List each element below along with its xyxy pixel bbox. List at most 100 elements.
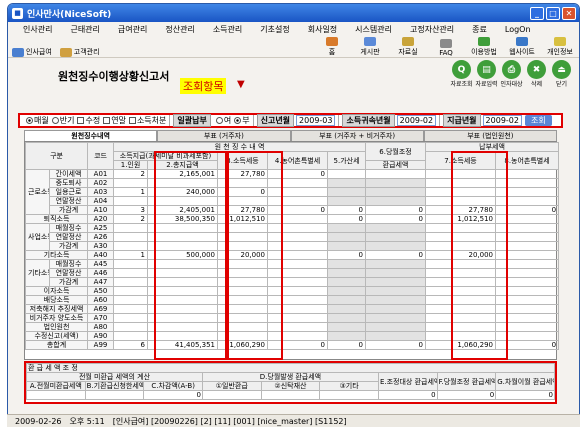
tab-resident[interactable]: 부표 (거주자) <box>157 130 291 141</box>
cell-penalty[interactable]: 0 <box>327 340 367 350</box>
triangle-down-icon[interactable]: ▼ <box>237 79 245 90</box>
cell-penalty[interactable] <box>327 178 367 188</box>
menu-item-payroll[interactable]: 급여관리 <box>109 24 156 35</box>
table-row[interactable]: 기타소득매월징수A45 <box>25 259 560 287</box>
cell-total-pay[interactable] <box>147 322 219 332</box>
cell-income-tax[interactable] <box>217 196 269 206</box>
cell-refund-adj[interactable] <box>365 232 427 242</box>
cell-rural-tax[interactable] <box>267 214 329 224</box>
cell-paid-income-tax[interactable]: 1,012,510 <box>425 214 497 224</box>
menu-item-logon[interactable]: LogOn <box>496 25 540 34</box>
trust-refund-cell[interactable] <box>260 390 321 400</box>
table-row[interactable]: 가감계 A30 <box>26 241 560 251</box>
cell-penalty[interactable] <box>327 277 367 287</box>
cell-rural-tax[interactable] <box>267 259 329 269</box>
cell-income-tax[interactable] <box>217 268 269 278</box>
menu-item-exit[interactable]: 종료 <box>463 24 496 35</box>
cell-count[interactable] <box>113 313 149 323</box>
cell-income-tax[interactable] <box>217 277 269 287</box>
privacy-button[interactable]: 개인정보 <box>541 37 579 57</box>
cell-total-pay[interactable]: 38,500,350 <box>147 214 219 224</box>
cell-paid-income-tax[interactable] <box>425 187 497 197</box>
difference-cell[interactable]: 0 <box>143 390 203 400</box>
cell-rural-tax[interactable] <box>267 268 329 278</box>
table-row[interactable]: 배당소득 A60 <box>24 295 560 305</box>
cell-paid-rural-tax[interactable] <box>495 331 560 341</box>
cell-total-pay[interactable]: 500,000 <box>147 250 219 260</box>
menu-item-attendance[interactable]: 근태관리 <box>61 24 108 35</box>
cell-paid-income-tax[interactable] <box>425 223 497 233</box>
cell-income-tax[interactable] <box>217 232 269 242</box>
cell-count[interactable] <box>113 232 149 242</box>
cell-total-pay[interactable] <box>147 196 219 206</box>
carryover-cell[interactable]: 0 <box>495 390 555 400</box>
cell-refund-adj[interactable]: 0 <box>365 205 427 215</box>
cell-paid-rural-tax[interactable] <box>495 277 560 287</box>
payroll-shortcut[interactable]: 인사급여 <box>12 47 60 57</box>
cell-rural-tax[interactable] <box>267 304 329 314</box>
cell-income-tax[interactable] <box>217 331 269 341</box>
cell-rural-tax[interactable]: 0 <box>267 340 329 350</box>
cell-rural-tax[interactable] <box>267 223 329 233</box>
cell-income-tax[interactable] <box>217 286 269 296</box>
cell-paid-income-tax[interactable]: 20,000 <box>425 250 497 260</box>
home-button[interactable]: 홈 <box>313 37 351 57</box>
checkbox-yearend[interactable] <box>103 117 111 124</box>
cell-count[interactable] <box>113 286 149 296</box>
cell-rural-tax[interactable]: 0 <box>267 169 329 179</box>
cell-paid-income-tax[interactable] <box>425 304 497 314</box>
cell-refund-adj[interactable] <box>365 322 427 332</box>
table-row[interactable]: 가감계 A10 3 2,405,001 27,780 0 0 0 27,780 0 <box>26 205 560 215</box>
cell-total-pay[interactable]: 2,165,001 <box>147 169 219 179</box>
already-refunded-cell[interactable] <box>84 390 145 400</box>
cell-penalty[interactable]: 0 <box>327 205 367 215</box>
table-row[interactable]: 일용근로 A03 1 240,000 0 <box>26 187 560 197</box>
cell-count[interactable] <box>113 331 149 341</box>
cell-count[interactable]: 2 <box>113 214 149 224</box>
table-row[interactable]: 중도퇴사 A02 <box>26 178 560 188</box>
cell-total-pay[interactable] <box>147 223 219 233</box>
radio-monthly[interactable] <box>26 117 33 124</box>
cell-paid-income-tax[interactable] <box>425 277 497 287</box>
cell-paid-income-tax[interactable] <box>425 169 497 179</box>
radio-bulk-no[interactable] <box>234 117 242 124</box>
cell-paid-income-tax[interactable] <box>425 259 497 269</box>
cell-paid-rural-tax[interactable] <box>495 196 560 206</box>
cell-refund-adj[interactable] <box>365 277 427 287</box>
cell-paid-income-tax[interactable]: 1,060,290 <box>425 340 497 350</box>
table-row[interactable]: 비거주자 양도소득 A70 <box>24 313 560 323</box>
cell-paid-rural-tax[interactable] <box>495 187 560 197</box>
adj-target-cell[interactable]: 0 <box>377 390 438 400</box>
cell-paid-income-tax[interactable] <box>425 196 497 206</box>
cell-income-tax[interactable] <box>217 295 269 305</box>
menu-item-basic[interactable]: 기초설정 <box>251 24 298 35</box>
menu-item-settlement[interactable]: 정산관리 <box>156 24 203 35</box>
menu-item-assets[interactable]: 고정자산관리 <box>401 24 463 35</box>
cell-rural-tax[interactable]: 0 <box>267 205 329 215</box>
cell-rural-tax[interactable] <box>267 241 329 251</box>
tab-resident-nonresident[interactable]: 부표 (거주자 + 비거주자) <box>290 130 424 141</box>
cell-paid-rural-tax[interactable] <box>495 241 560 251</box>
customer-shortcut[interactable]: 고객관리 <box>59 47 108 57</box>
tab-corporate[interactable]: 부표 (법인원천) <box>423 130 557 141</box>
cell-count[interactable] <box>113 259 149 269</box>
cell-penalty[interactable] <box>327 286 367 296</box>
cell-penalty[interactable] <box>327 322 367 332</box>
cell-income-tax[interactable]: 1,060,290 <box>217 340 269 350</box>
search-data-button[interactable]: Q 자료조회 <box>450 60 473 88</box>
menu-item-hr[interactable]: 인사관리 <box>14 24 61 35</box>
cell-income-tax[interactable] <box>217 223 269 233</box>
menu-item-schedule[interactable]: 회사일정 <box>299 24 346 35</box>
cell-paid-rural-tax[interactable]: 0 <box>495 205 560 215</box>
cell-paid-rural-tax[interactable] <box>495 304 560 314</box>
library-button[interactable]: 자료실 <box>389 37 427 57</box>
radio-half[interactable] <box>51 117 59 124</box>
cell-penalty[interactable] <box>327 232 367 242</box>
menu-item-system[interactable]: 시스템관리 <box>346 24 401 35</box>
cell-count[interactable] <box>113 295 149 305</box>
cell-refund-adj[interactable] <box>365 196 427 206</box>
cell-total-pay[interactable] <box>147 304 219 314</box>
cell-count[interactable] <box>113 178 149 188</box>
cell-paid-rural-tax[interactable] <box>495 250 560 260</box>
pay-month-field[interactable]: 2009-02 <box>482 115 522 126</box>
